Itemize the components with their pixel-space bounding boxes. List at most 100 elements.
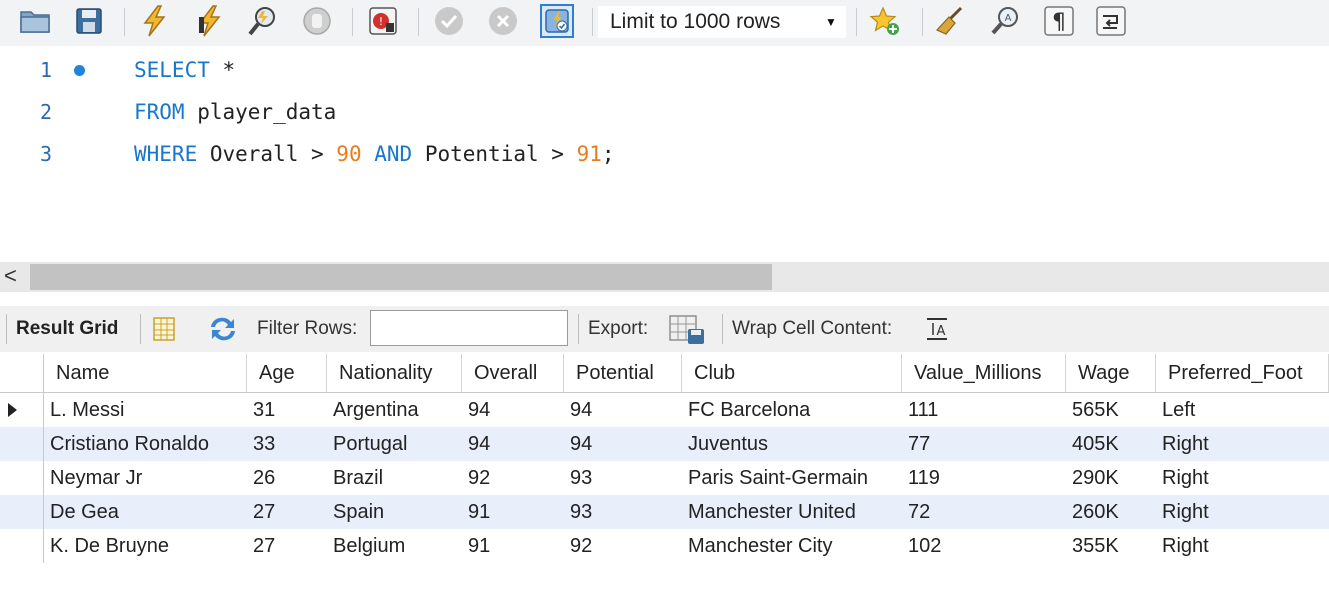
code-text[interactable]: WHERE Overall > 90 AND Potential > 91; [134,142,615,166]
table-cell[interactable]: Brazil [327,461,462,495]
open-folder-icon[interactable] [18,4,52,38]
table-cell[interactable]: 27 [247,495,327,529]
table-cell[interactable]: 355K [1066,529,1156,563]
table-cell[interactable]: Right [1156,529,1329,563]
code-text[interactable]: FROM player_data [134,100,336,124]
autocommit-icon[interactable] [540,4,574,38]
row-selector[interactable] [0,393,44,427]
table-cell[interactable]: De Gea [44,495,247,529]
table-cell[interactable]: 92 [462,461,564,495]
table-cell[interactable]: 290K [1066,461,1156,495]
table-cell[interactable]: Juventus [682,427,902,461]
row-selector-header[interactable] [0,354,44,392]
wrap-icon[interactable] [1094,4,1128,38]
table-cell[interactable]: 260K [1066,495,1156,529]
table-cell[interactable]: 405K [1066,427,1156,461]
table-cell[interactable]: 94 [564,427,682,461]
editor-line[interactable]: 2 FROM player_data [0,92,1329,132]
export-icon[interactable] [668,306,706,352]
editor-line[interactable]: 1 SELECT * [0,50,1329,90]
table-row[interactable]: L. Messi 31 Argentina 94 94 FC Barcelona 111 56… [0,393,1329,427]
execute-icon[interactable] [138,4,172,38]
column-header[interactable]: Wage [1066,354,1156,392]
sql-editor[interactable]: 1 SELECT * 2 FROM player_data 3 WHERE Ov… [0,46,1329,260]
table-cell[interactable]: Paris Saint-Germain [682,461,902,495]
table-cell[interactable]: 27 [247,529,327,563]
refresh-icon[interactable] [206,306,240,352]
code-text[interactable]: SELECT * [134,58,235,82]
table-row[interactable]: K. De Bruyne 27 Belgium 91 92 Manchester City… [0,529,1329,563]
table-cell[interactable]: K. De Bruyne [44,529,247,563]
table-cell[interactable]: 119 [902,461,1066,495]
scroll-left-icon[interactable]: < [4,265,17,287]
commit-icon[interactable] [432,4,466,38]
table-row[interactable]: Cristiano Ronaldo 33 Portugal 94 94 Juventus 7… [0,427,1329,461]
add-snippet-icon[interactable] [868,4,902,38]
row-selector[interactable] [0,495,44,529]
table-cell[interactable]: 92 [564,529,682,563]
table-cell[interactable]: 102 [902,529,1066,563]
table-cell[interactable]: Belgium [327,529,462,563]
column-header[interactable]: Club [682,354,902,392]
column-header[interactable]: Potential [564,354,682,392]
explain-icon[interactable] [246,4,280,38]
table-cell[interactable]: Argentina [327,393,462,427]
result-grid[interactable]: Name Age Nationality Overall Potential Club Va… [0,354,1329,566]
column-header[interactable]: Value_Millions [902,354,1066,392]
table-cell[interactable]: Right [1156,427,1329,461]
table-cell[interactable]: Portugal [327,427,462,461]
table-cell[interactable]: Left [1156,393,1329,427]
toggle-error-icon[interactable]: ! [366,4,400,38]
save-icon[interactable] [72,4,106,38]
table-cell[interactable]: Neymar Jr [44,461,247,495]
column-header[interactable]: Name [44,354,247,392]
column-header[interactable]: Age [247,354,327,392]
column-header[interactable]: Overall [462,354,564,392]
beautify-icon[interactable] [934,4,968,38]
row-selector[interactable] [0,427,44,461]
table-cell[interactable]: 111 [902,393,1066,427]
table-cell[interactable]: Manchester United [682,495,902,529]
table-cell[interactable]: Right [1156,461,1329,495]
table-cell[interactable]: 77 [902,427,1066,461]
limit-rows-select[interactable]: Limit to 1000 rows ▼ [598,6,846,38]
execute-current-icon[interactable] [192,4,226,38]
table-cell[interactable]: Cristiano Ronaldo [44,427,247,461]
row-selector[interactable] [0,529,44,563]
wrap-cell-content-icon[interactable]: A [924,306,950,352]
table-row[interactable]: Neymar Jr 26 Brazil 92 93 Paris Saint-Germain… [0,461,1329,495]
table-cell[interactable]: 94 [462,427,564,461]
table-cell[interactable]: 33 [247,427,327,461]
table-cell[interactable]: Manchester City [682,529,902,563]
column-header[interactable]: Preferred_Foot [1156,354,1329,392]
toolbar-separator [352,8,353,36]
result-grid-tab[interactable]: Result Grid [16,306,118,352]
table-row[interactable]: De Gea 27 Spain 91 93 Manchester United 72 260K… [0,495,1329,529]
table-cell[interactable]: L. Messi [44,393,247,427]
table-cell[interactable]: 31 [247,393,327,427]
scrollbar-thumb[interactable] [30,264,772,290]
table-cell[interactable]: FC Barcelona [682,393,902,427]
invisible-chars-icon[interactable]: ¶ [1042,4,1076,38]
editor-line[interactable]: 3 WHERE Overall > 90 AND Potential > 91; [0,134,1329,174]
find-icon[interactable]: A [988,4,1022,38]
table-cell[interactable]: 94 [564,393,682,427]
table-cell[interactable]: Spain [327,495,462,529]
horizontal-scrollbar[interactable]: < [0,262,1329,292]
table-cell[interactable]: Right [1156,495,1329,529]
table-cell[interactable]: 93 [564,461,682,495]
table-cell[interactable]: 94 [462,393,564,427]
table-cell[interactable]: 91 [462,495,564,529]
table-cell[interactable]: 26 [247,461,327,495]
table-cell[interactable]: 72 [902,495,1066,529]
rollback-icon[interactable] [486,4,520,38]
stop-icon[interactable] [300,4,334,38]
table-cell[interactable]: 565K [1066,393,1156,427]
table-cell[interactable]: 91 [462,529,564,563]
filter-rows-input[interactable] [370,310,568,346]
column-header[interactable]: Nationality [327,354,462,392]
chevron-down-icon[interactable]: ▼ [816,15,846,29]
grid-view-icon[interactable] [150,306,178,352]
table-cell[interactable]: 93 [564,495,682,529]
row-selector[interactable] [0,461,44,495]
